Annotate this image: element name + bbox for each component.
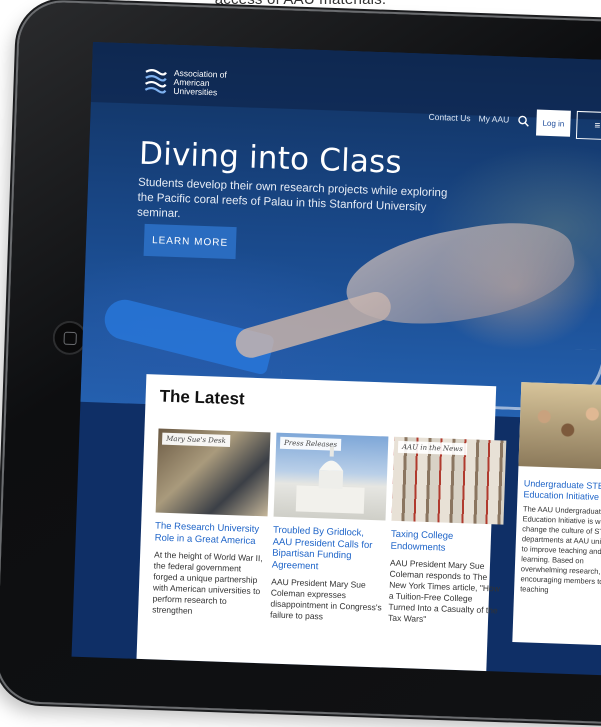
news-card[interactable]: AAU in the News Taxing College Endowment… [387, 436, 507, 628]
card-title[interactable]: The Research University Role in a Great … [155, 520, 268, 547]
latest-heading: The Latest [159, 386, 245, 409]
card-image: Press Releases [273, 432, 389, 521]
news-card[interactable]: Mary Sue's Desk The Research University … [152, 428, 271, 620]
card-body: AAU President Mary Sue Coleman responds … [387, 557, 501, 624]
search-icon[interactable] [517, 115, 529, 127]
card-title[interactable]: Troubled By Gridlock, AAU President Call… [272, 525, 386, 575]
login-button[interactable]: Log in [536, 109, 571, 137]
card-image: AAU in the News [391, 436, 507, 525]
feature-body: The AAU Undergraduate STEM Education Ini… [520, 504, 601, 595]
latest-panel: The Latest Mary Sue's Desk The Research … [135, 374, 507, 676]
menu-button[interactable]: ≡ [575, 110, 601, 141]
feature-card[interactable]: Undergraduate STEM Education Initiative … [512, 382, 601, 647]
aau-logo[interactable]: Association of American Universities [143, 66, 234, 99]
feature-title[interactable]: Undergraduate STEM Education Initiative [523, 478, 601, 504]
tablet-screen: Association of American Universities Con… [71, 42, 601, 676]
aau-logo-icon [144, 68, 167, 94]
logo-text: Association of American Universities [173, 67, 228, 97]
learn-more-button[interactable]: LEARN MORE [143, 223, 237, 260]
capitol-dome-icon [295, 446, 365, 514]
card-title[interactable]: Taxing College Endowments [390, 529, 503, 556]
card-image: Mary Sue's Desk [155, 428, 271, 517]
card-body: AAU President Mary Sue Coleman expresses… [269, 576, 382, 622]
card-tag: Mary Sue's Desk [161, 432, 231, 448]
card-body: At the height of World War II, the feder… [152, 549, 263, 616]
nav-my-aau[interactable]: My AAU [478, 114, 509, 125]
card-tag: AAU in the News [397, 440, 467, 456]
menu-icon: ≡ [594, 120, 601, 132]
nav-contact-us[interactable]: Contact Us [428, 112, 470, 123]
feature-image [518, 382, 601, 471]
home-square-icon [62, 331, 77, 345]
news-card[interactable]: Press Releases Troubled By Gridlock, AAU… [269, 432, 389, 625]
